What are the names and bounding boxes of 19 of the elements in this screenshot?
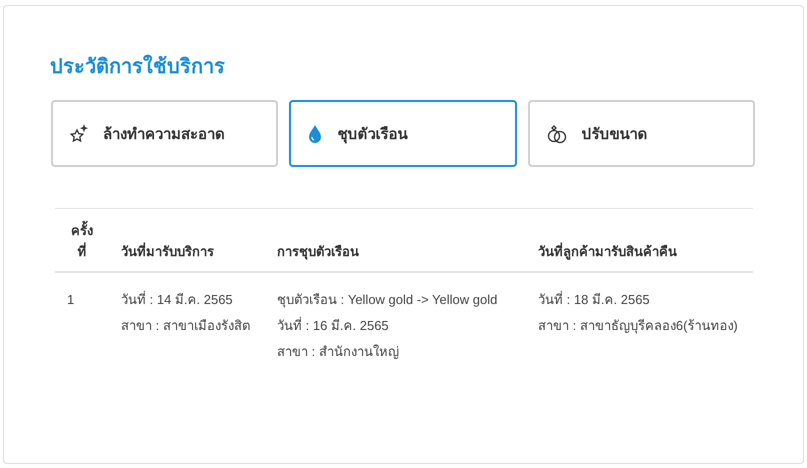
column-header: วันที่ลูกค้ามารับสินค้าคืน xyxy=(526,208,753,272)
column-header: วันที่มารับบริการ xyxy=(109,208,265,272)
cell-text: ชุบตัวเรือน : Yellow gold -> Yellow gold xyxy=(277,290,498,310)
cell-text: สาขา : สำนักงานใหญ่ xyxy=(277,342,400,361)
service-tab[interactable]: ปรับขนาด xyxy=(528,100,755,167)
column-header: การชุบตัวเรือน xyxy=(265,208,526,272)
cell-text: สาขา : สาขาธัญบุรีคลอง6(ร้านทอง) xyxy=(538,316,739,336)
sparkle-star-icon xyxy=(69,124,89,144)
page-title: ประวัติการใช้บริการ xyxy=(50,54,226,80)
rings-icon xyxy=(546,124,568,144)
cell-text: วันที่ : 14 มี.ค. 2565 xyxy=(121,290,234,309)
service-tab[interactable]: ชุบตัวเรือน xyxy=(289,100,517,167)
service-tab[interactable]: ล้างทำความสะอาด xyxy=(51,100,278,167)
column-header: ครั้งที่ xyxy=(55,208,109,272)
cell-text: วันที่ : 16 มี.ค. 2565 xyxy=(277,316,390,335)
cell-text: สาขา : สาขาเมืองรังสิต xyxy=(121,316,251,335)
cell-text: วันที่ : 18 มี.ค. 2565 xyxy=(538,290,651,309)
water-drop-icon xyxy=(307,124,324,144)
cell-text: 1 xyxy=(67,290,76,309)
